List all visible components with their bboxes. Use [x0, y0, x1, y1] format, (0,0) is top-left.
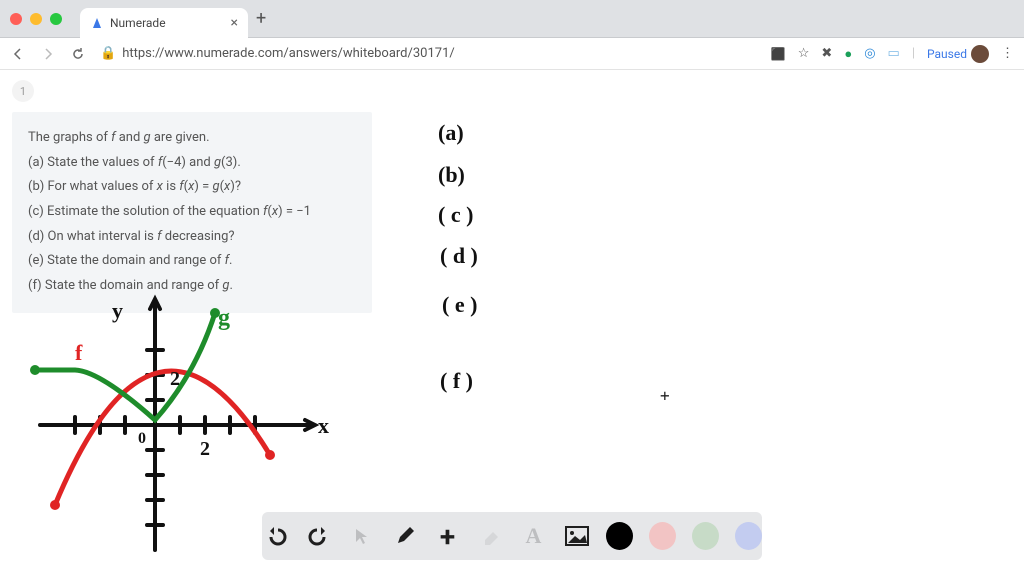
label-f: f	[75, 340, 83, 365]
url-display[interactable]: 🔒 https://www.numerade.com/answers/white…	[100, 46, 757, 61]
close-window-icon[interactable]	[10, 13, 22, 25]
eraser-tool[interactable]	[477, 522, 504, 550]
tab-title: Numerade	[110, 16, 166, 30]
tick-y-2: 2	[170, 368, 180, 390]
redo-button[interactable]	[305, 522, 332, 550]
curve-g	[35, 313, 215, 420]
hw-d: ( d )	[440, 243, 478, 269]
hw-f: ( f )	[440, 368, 473, 394]
avatar-icon	[971, 45, 989, 63]
text-tool[interactable]: A	[520, 522, 547, 550]
extension-icon-3[interactable]: ◎	[864, 46, 875, 61]
window-controls	[10, 13, 62, 25]
extension-icon-1[interactable]: ✖	[821, 46, 832, 61]
title-bar: Numerade × +	[0, 0, 1024, 38]
lock-icon: 🔒	[100, 46, 116, 61]
color-pink[interactable]	[649, 522, 676, 550]
hw-c: ( c )	[438, 202, 473, 228]
extension-icon-2[interactable]: ●	[844, 46, 852, 62]
crosshair-cursor-icon: +	[660, 386, 670, 405]
close-tab-icon[interactable]: ×	[231, 15, 238, 31]
menu-icon[interactable]: ⋮	[1001, 46, 1014, 61]
whiteboard-content: 1 The graphs of f and g are given. (a) S…	[0, 70, 1024, 568]
browser-tab[interactable]: Numerade ×	[80, 8, 248, 38]
url-text: https://www.numerade.com/answers/whitebo…	[122, 46, 455, 61]
whiteboard-toolbar: + A	[262, 512, 762, 560]
axis-y-label: y	[112, 298, 123, 323]
back-icon[interactable]	[10, 46, 26, 62]
origin-label: 0	[138, 430, 146, 447]
hw-e: ( e )	[442, 292, 477, 318]
site-favicon-icon	[90, 16, 104, 30]
hw-b: (b)	[438, 162, 465, 188]
profile-paused[interactable]: Paused	[927, 45, 989, 63]
minimize-window-icon[interactable]	[30, 13, 42, 25]
maximize-window-icon[interactable]	[50, 13, 62, 25]
axis-x-label: x	[318, 413, 329, 438]
label-g: g	[218, 305, 230, 331]
forward-icon[interactable]	[40, 46, 56, 62]
color-green[interactable]	[692, 522, 719, 550]
paused-label: Paused	[927, 47, 967, 61]
cast-icon[interactable]: ⬛	[771, 47, 786, 61]
pointer-tool[interactable]	[348, 522, 375, 550]
reload-icon[interactable]	[70, 46, 86, 62]
undo-button[interactable]	[262, 522, 289, 550]
hw-a: (a)	[438, 120, 464, 146]
pen-tool[interactable]	[391, 522, 418, 550]
whiteboard-canvas[interactable]: y x f g 2 2 0	[0, 70, 1024, 568]
extension-icon-4[interactable]: ▭	[888, 46, 900, 61]
add-tool[interactable]: +	[434, 522, 461, 550]
new-tab-icon[interactable]: +	[256, 8, 266, 29]
browser-actions: ⬛ ☆ ✖ ● ◎ ▭ | Paused ⋮	[771, 45, 1014, 63]
color-black[interactable]	[606, 522, 633, 550]
color-blue[interactable]	[735, 522, 762, 550]
bookmark-icon[interactable]: ☆	[798, 46, 810, 61]
curve-f	[55, 371, 270, 505]
tick-x-2: 2	[200, 438, 210, 460]
image-tool[interactable]	[563, 522, 590, 550]
address-bar: 🔒 https://www.numerade.com/answers/white…	[0, 38, 1024, 70]
